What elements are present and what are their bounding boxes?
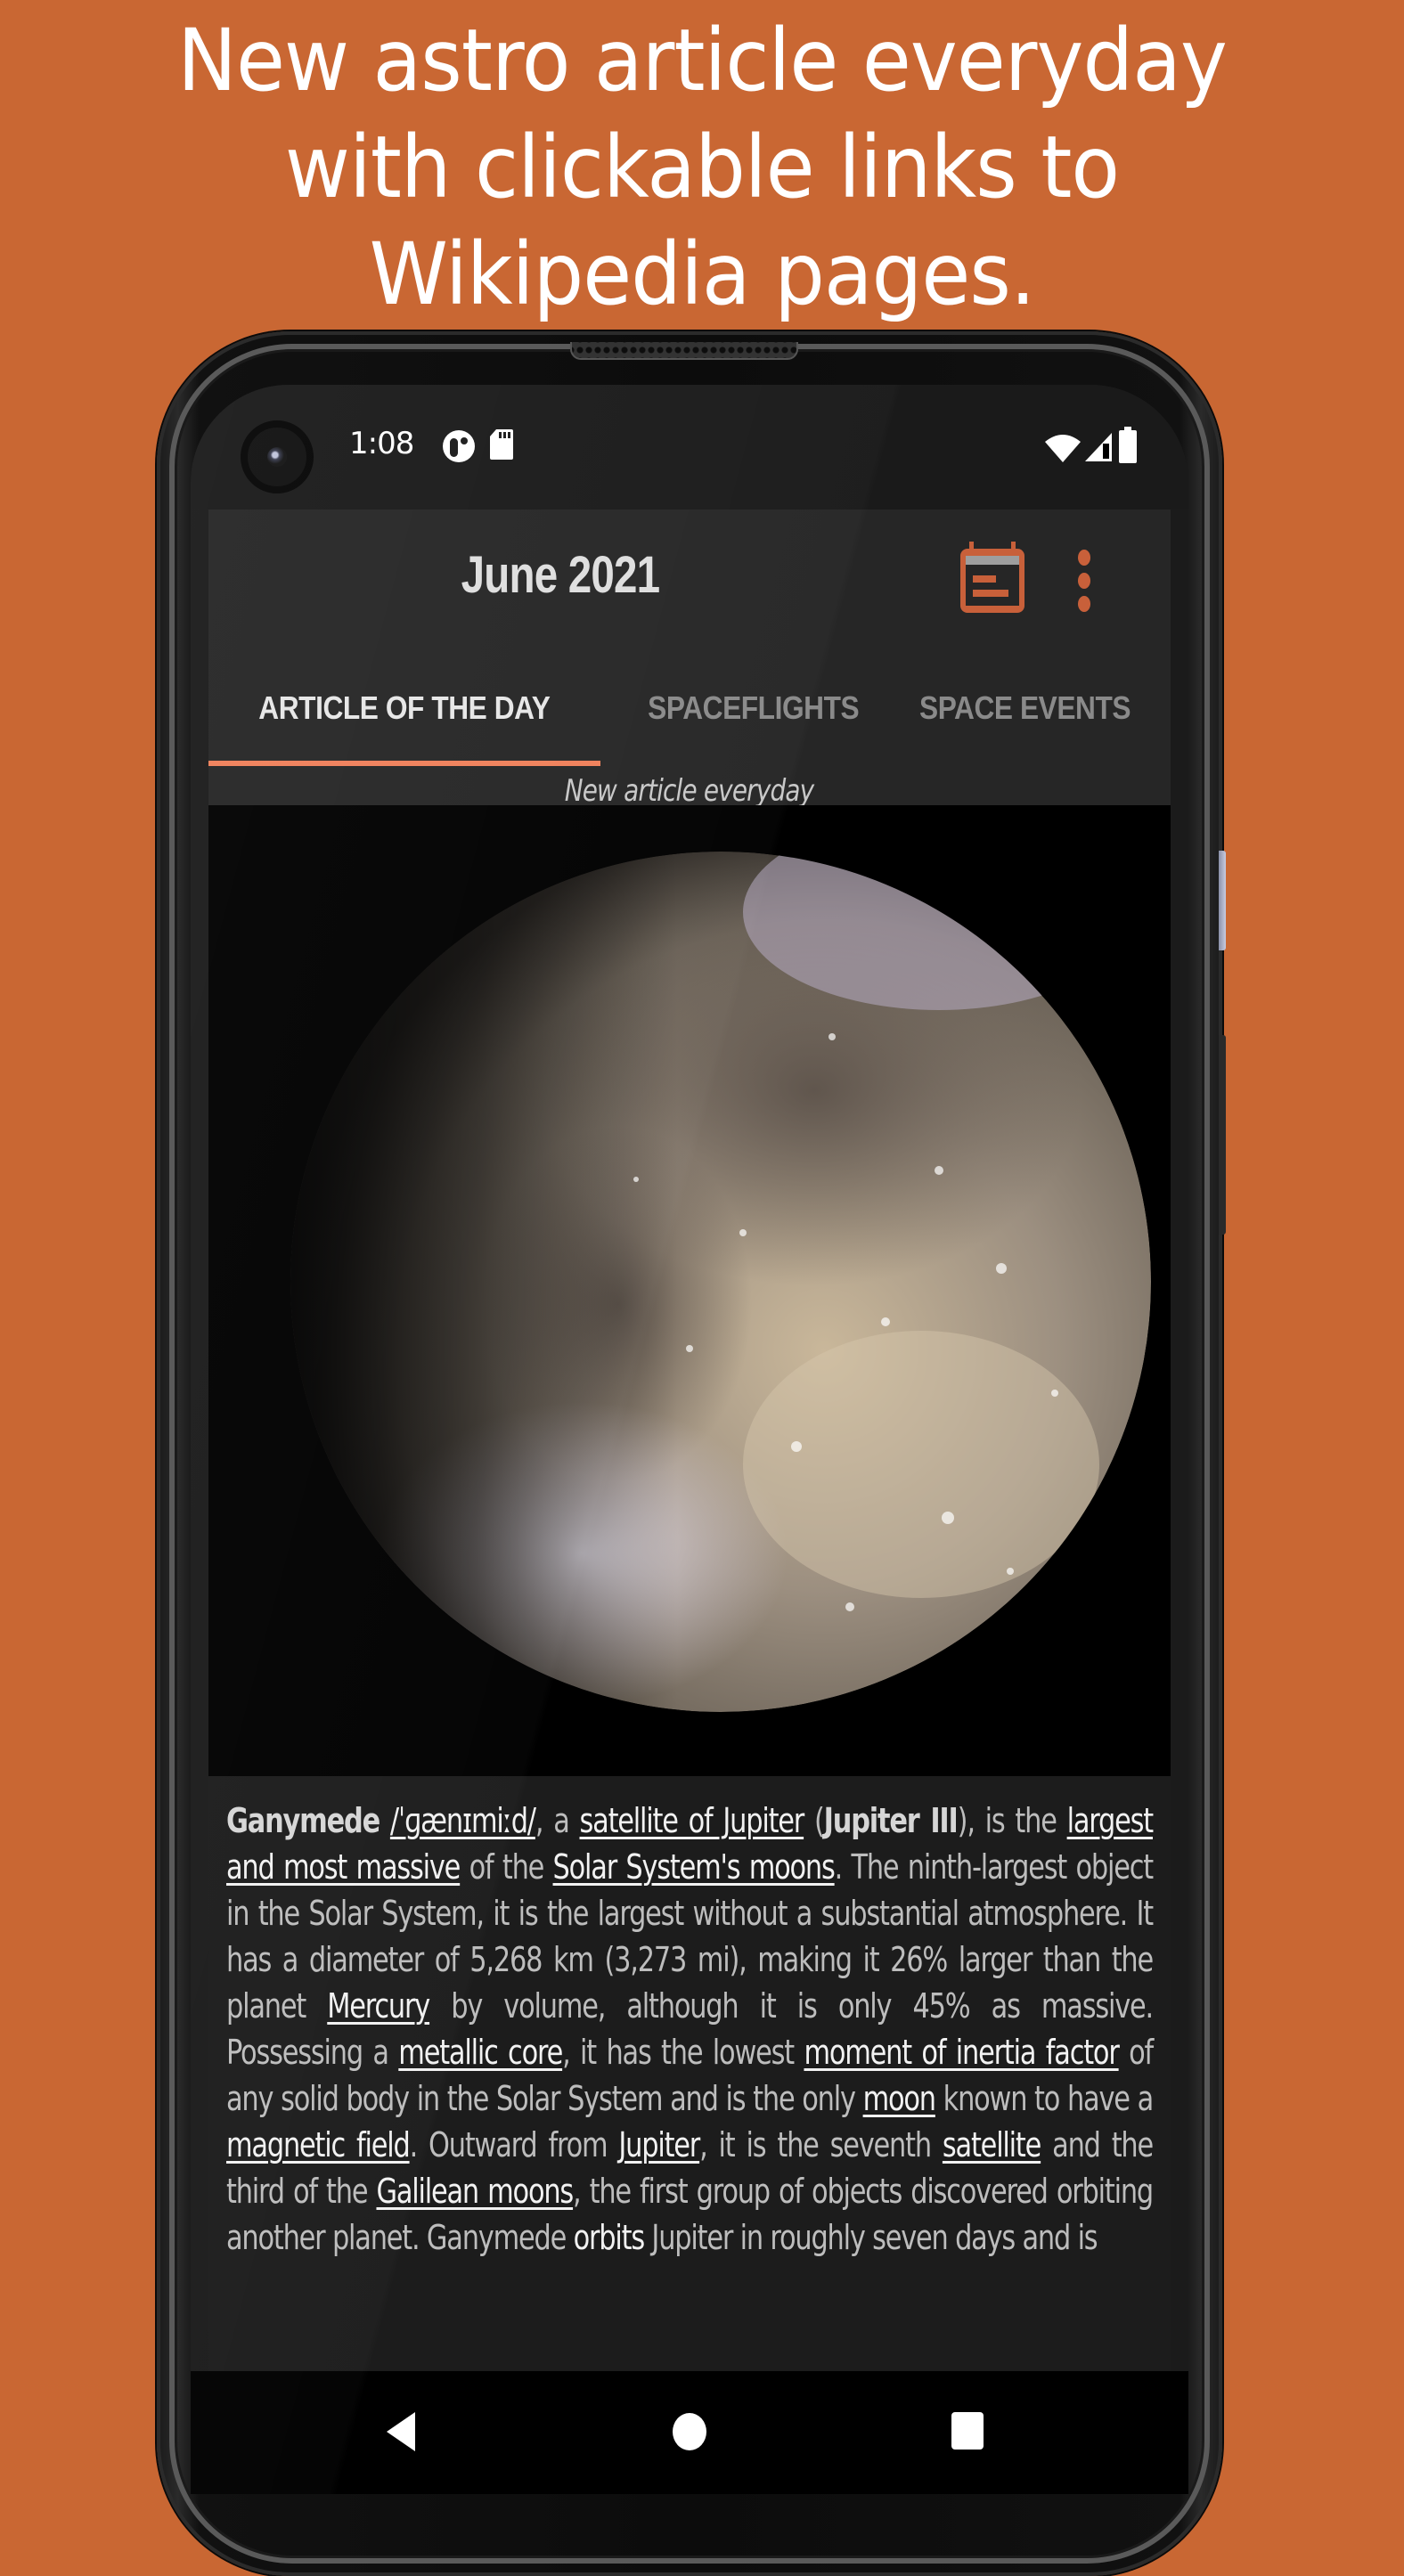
article-bold-term: Jupiter III xyxy=(823,1801,959,1840)
wikipedia-link[interactable]: moment of inertia factor xyxy=(804,2033,1119,2072)
earpiece-speaker xyxy=(570,342,798,360)
home-button[interactable] xyxy=(672,2412,707,2451)
ganymede-moon-image xyxy=(208,805,1171,1776)
app-bar: June 2021 ARTICLE OF THE DAY SPACEFLIGHT… xyxy=(208,509,1171,809)
wikipedia-link[interactable]: metallic core xyxy=(398,2033,563,2072)
wifi-icon xyxy=(1045,435,1081,462)
article-image xyxy=(208,805,1171,1776)
power-button xyxy=(1219,851,1226,950)
subtitle: New article everyday xyxy=(208,773,1171,809)
article-text-panel: Ganymede /ˈɡænɪmiːd/, a satellite of Jup… xyxy=(208,1776,1171,2371)
navigation-bar xyxy=(191,2371,1188,2494)
tab-label: SPACE EVENTS xyxy=(919,689,1131,726)
wikipedia-link[interactable]: satellite of Jupiter xyxy=(580,1801,805,1840)
article-text: . Outward from xyxy=(409,2125,619,2164)
status-time: 1:08 xyxy=(349,426,414,461)
tab-article-of-the-day[interactable]: ARTICLE OF THE DAY xyxy=(208,668,600,748)
article-text: , it is the seventh xyxy=(699,2125,943,2164)
wikipedia-link[interactable]: magnetic field xyxy=(226,2125,411,2164)
back-icon xyxy=(387,2412,415,2451)
tab-label: ARTICLE OF THE DAY xyxy=(258,689,551,726)
active-tab-indicator xyxy=(208,761,600,766)
promo-line: with clickable links to xyxy=(284,118,1120,217)
wikipedia-link[interactable]: Galilean moons xyxy=(376,2172,574,2211)
article-text: known to have a xyxy=(935,2079,1155,2118)
article-text: , it has the lowest xyxy=(562,2033,804,2072)
tab-label: SPACEFLIGHTS xyxy=(648,689,860,726)
article-text: of the xyxy=(460,1847,553,1887)
article-body: Ganymede /ˈɡænɪmiːd/, a satellite of Jup… xyxy=(226,1797,1155,2261)
wikipedia-link[interactable]: satellite xyxy=(943,2125,1041,2164)
front-camera xyxy=(241,420,314,493)
back-button[interactable] xyxy=(383,2410,419,2453)
promo-headline: New astro article everyday with clickabl… xyxy=(0,7,1404,328)
wikipedia-link[interactable]: /ˈɡænɪmiːd/ xyxy=(390,1801,536,1840)
wikipedia-link[interactable]: orbits xyxy=(574,2218,646,2257)
page-title: June 2021 xyxy=(461,546,660,604)
status-bar: 1:08 xyxy=(191,385,1188,509)
promo-line: New astro article everyday xyxy=(177,11,1228,110)
more-vert-icon xyxy=(1078,550,1090,612)
battery-icon xyxy=(1119,427,1137,463)
more-options-button[interactable] xyxy=(1071,549,1098,613)
wikipedia-link[interactable]: Solar System's moons xyxy=(553,1847,836,1887)
wikipedia-link[interactable]: Mercury xyxy=(327,1986,430,2026)
recents-button[interactable] xyxy=(950,2410,985,2451)
home-icon xyxy=(673,2413,706,2450)
article-bold-term: Ganymede xyxy=(226,1801,380,1840)
volume-button xyxy=(1219,1035,1226,1235)
tab-bar: ARTICLE OF THE DAY SPACEFLIGHTS SPACE EV… xyxy=(208,668,1171,748)
calendar-button[interactable] xyxy=(959,542,1026,615)
article-text: Jupiter in roughly seven days and is xyxy=(643,2218,1098,2257)
cell-signal-icon xyxy=(1085,433,1112,461)
tab-spaceflights[interactable]: SPACEFLIGHTS xyxy=(600,668,907,748)
tab-space-events[interactable]: SPACE EVENTS xyxy=(907,668,1171,748)
recents-icon xyxy=(951,2412,984,2450)
subtitle-text: New article everyday xyxy=(565,773,814,809)
calendar-icon xyxy=(960,542,1024,613)
promo-line: Wikipedia pages. xyxy=(369,224,1036,324)
article-text: , a xyxy=(535,1801,580,1840)
phone-screen: 1:08 June 2021 ARTICLE OF THE DAY SPACEF… xyxy=(191,385,1188,2494)
article-text: ), is the xyxy=(957,1801,1067,1840)
wikipedia-link[interactable]: moon xyxy=(863,2079,936,2118)
article-text: ( xyxy=(804,1801,825,1840)
article-text xyxy=(380,1801,390,1840)
app-notification-icon xyxy=(443,430,475,462)
wikipedia-link[interactable]: Jupiter xyxy=(618,2125,700,2164)
sd-card-icon xyxy=(490,429,513,460)
